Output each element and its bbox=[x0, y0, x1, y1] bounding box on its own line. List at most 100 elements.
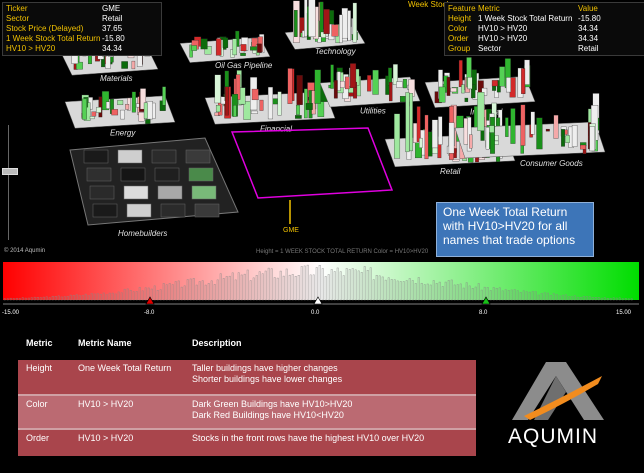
stock-building[interactable] bbox=[389, 82, 393, 102]
stock-building[interactable] bbox=[424, 114, 429, 160]
stock-building[interactable] bbox=[123, 185, 149, 200]
stock-building[interactable] bbox=[467, 77, 473, 90]
stock-building[interactable] bbox=[125, 104, 130, 110]
stock-building[interactable] bbox=[200, 38, 208, 50]
stock-building[interactable] bbox=[117, 149, 143, 164]
stock-building[interactable] bbox=[240, 53, 246, 56]
stock-building[interactable] bbox=[580, 144, 586, 150]
stock-building[interactable] bbox=[464, 97, 469, 102]
stock-building[interactable] bbox=[589, 126, 596, 152]
stock-building[interactable] bbox=[520, 104, 526, 146]
stock-building[interactable] bbox=[340, 80, 345, 88]
stock-building[interactable] bbox=[347, 10, 351, 41]
stock-building[interactable] bbox=[160, 203, 186, 218]
stock-building[interactable] bbox=[120, 167, 146, 182]
stock-building[interactable] bbox=[157, 185, 183, 200]
stock-building[interactable] bbox=[215, 38, 222, 56]
stock-building[interactable] bbox=[571, 125, 578, 147]
stock-building[interactable] bbox=[215, 105, 221, 113]
stock-building[interactable] bbox=[450, 87, 457, 93]
stock-building[interactable] bbox=[341, 7, 348, 39]
stock-building[interactable] bbox=[399, 96, 406, 103]
stock-building[interactable] bbox=[545, 128, 550, 132]
stock-building[interactable] bbox=[446, 77, 451, 96]
stock-building[interactable] bbox=[431, 119, 438, 149]
stock-building[interactable] bbox=[98, 96, 103, 118]
stock-building[interactable] bbox=[188, 167, 214, 182]
stock-building[interactable] bbox=[448, 122, 455, 154]
stock-building[interactable] bbox=[530, 111, 535, 135]
stock-building[interactable] bbox=[506, 77, 511, 93]
stock-building[interactable] bbox=[339, 14, 343, 44]
stock-building[interactable] bbox=[499, 66, 506, 87]
stock-building[interactable] bbox=[438, 116, 443, 145]
stock-building[interactable] bbox=[490, 116, 495, 154]
stock-building[interactable] bbox=[419, 137, 423, 148]
stock-building[interactable] bbox=[86, 167, 112, 182]
stock-building[interactable] bbox=[120, 109, 125, 120]
stock-building[interactable] bbox=[345, 76, 350, 90]
stock-building[interactable] bbox=[250, 46, 257, 51]
stock-building[interactable] bbox=[105, 101, 110, 109]
stock-building[interactable] bbox=[191, 45, 197, 51]
stock-building[interactable] bbox=[536, 117, 543, 150]
stock-building[interactable] bbox=[491, 80, 498, 87]
stock-building[interactable] bbox=[92, 203, 118, 218]
stock-building[interactable] bbox=[458, 60, 463, 88]
stock-building[interactable] bbox=[314, 69, 321, 104]
stock-building[interactable] bbox=[143, 102, 148, 119]
stock-building[interactable] bbox=[251, 88, 259, 101]
stock-building[interactable] bbox=[91, 111, 97, 117]
stock-building[interactable] bbox=[287, 68, 293, 104]
stock-building[interactable] bbox=[131, 60, 136, 70]
sector-oil-gas-pipeline[interactable]: Oil Gas Pipeline bbox=[179, 30, 273, 70]
stock-building[interactable] bbox=[561, 129, 565, 147]
stock-building[interactable] bbox=[89, 116, 95, 120]
stock-building[interactable] bbox=[416, 106, 421, 142]
stock-building[interactable] bbox=[333, 80, 338, 99]
stock-building[interactable] bbox=[233, 105, 237, 117]
stock-building[interactable] bbox=[89, 185, 115, 200]
stock-building[interactable] bbox=[396, 81, 403, 88]
stock-building[interactable] bbox=[126, 203, 152, 218]
stock-building[interactable] bbox=[308, 0, 316, 38]
stock-building[interactable] bbox=[232, 38, 237, 56]
stock-building[interactable] bbox=[222, 37, 229, 48]
stock-building[interactable] bbox=[214, 74, 221, 104]
stock-building[interactable] bbox=[565, 135, 570, 143]
stock-building[interactable] bbox=[225, 86, 229, 116]
stock-building[interactable] bbox=[296, 75, 303, 105]
stock-building[interactable] bbox=[367, 75, 372, 92]
stock-building[interactable] bbox=[151, 149, 177, 164]
zoom-slider-thumb[interactable] bbox=[2, 168, 18, 175]
stock-building[interactable] bbox=[296, 105, 300, 115]
stock-building[interactable] bbox=[81, 98, 87, 120]
stock-building[interactable] bbox=[394, 113, 401, 159]
stock-building[interactable] bbox=[138, 112, 145, 122]
sector-homebuilders[interactable]: Homebuilders bbox=[69, 137, 239, 238]
stock-building[interactable] bbox=[330, 64, 334, 89]
stock-building[interactable] bbox=[267, 86, 273, 120]
stock-building[interactable] bbox=[485, 127, 490, 150]
stock-building[interactable] bbox=[257, 43, 262, 53]
stock-building[interactable] bbox=[489, 125, 495, 133]
stock-building[interactable] bbox=[428, 131, 433, 157]
sector-consumer-goods[interactable]: Consumer Goods bbox=[454, 92, 606, 168]
return-histogram[interactable] bbox=[0, 258, 644, 322]
zoom-slider-track[interactable] bbox=[8, 125, 9, 240]
stock-building[interactable] bbox=[131, 91, 136, 113]
stock-building[interactable] bbox=[240, 44, 247, 52]
stock-building[interactable] bbox=[294, 10, 298, 37]
stock-building[interactable] bbox=[250, 110, 258, 114]
stock-building[interactable] bbox=[405, 92, 410, 153]
stock-building[interactable] bbox=[438, 86, 446, 103]
stock-building[interactable] bbox=[194, 203, 220, 218]
stock-building[interactable] bbox=[409, 93, 413, 152]
stock-building[interactable] bbox=[521, 68, 526, 94]
stock-building[interactable] bbox=[372, 69, 379, 95]
stock-building[interactable] bbox=[145, 119, 151, 124]
stock-building[interactable] bbox=[477, 92, 485, 131]
stock-building[interactable] bbox=[121, 61, 128, 69]
stock-building[interactable] bbox=[553, 114, 559, 139]
stock-building[interactable] bbox=[277, 91, 282, 116]
